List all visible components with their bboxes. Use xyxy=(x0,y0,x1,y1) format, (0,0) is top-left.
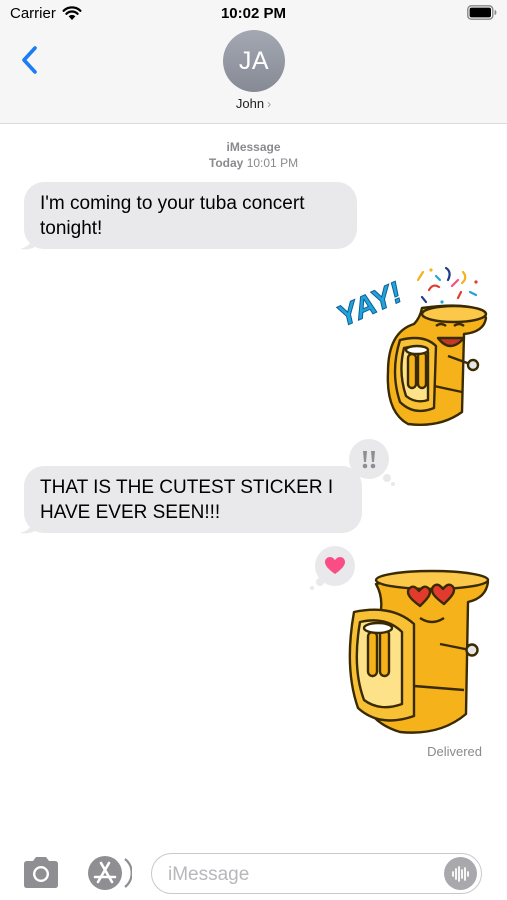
exclamation-icon xyxy=(362,451,376,469)
timestamp-date: Today xyxy=(208,156,244,170)
audio-record-button[interactable] xyxy=(444,857,477,890)
message-bubble-incoming[interactable]: I'm coming to your tuba concert tonight! xyxy=(24,182,357,249)
message-text: I'm coming to your tuba concert tonight! xyxy=(40,193,305,239)
app-store-icon[interactable] xyxy=(86,854,132,892)
timestamp: Today 10:01 PM xyxy=(0,156,507,170)
service-label: iMessage xyxy=(226,140,281,154)
camera-icon[interactable] xyxy=(20,855,62,891)
tapback-tail xyxy=(391,482,395,486)
chevron-right-icon: › xyxy=(267,97,272,111)
audio-waveform-icon xyxy=(451,865,469,882)
timestamp-time: 10:01 PM xyxy=(246,156,299,170)
avatar[interactable]: JA xyxy=(223,30,285,92)
contact-name-button[interactable]: John › xyxy=(0,96,507,111)
status-bar: Carrier 10:02 PM xyxy=(0,0,507,28)
tuba-illustration xyxy=(386,304,488,426)
message-input[interactable]: iMessage xyxy=(151,853,482,894)
sticker-caption: YAY! xyxy=(332,276,407,333)
message-input-placeholder: iMessage xyxy=(168,864,250,885)
delivery-status: Delivered xyxy=(427,744,482,759)
contact-name: John xyxy=(235,96,265,111)
message-text: THAT IS THE CUTEST STICKER I HAVE EVER S… xyxy=(40,477,334,523)
chevron-left-icon[interactable] xyxy=(16,42,44,78)
happy-tuba-sticker[interactable]: YAY! xyxy=(330,262,492,430)
heart-eyes-tuba-sticker[interactable] xyxy=(340,568,490,740)
tapback-tail xyxy=(310,586,314,590)
battery-icon xyxy=(467,5,497,20)
clock: 10:02 PM xyxy=(220,5,287,22)
tapback-tail xyxy=(383,474,391,482)
tuba-illustration xyxy=(348,569,490,734)
confetti-icon xyxy=(416,266,478,304)
message-bubble-incoming[interactable]: THAT IS THE CUTEST STICKER I HAVE EVER S… xyxy=(24,466,362,533)
